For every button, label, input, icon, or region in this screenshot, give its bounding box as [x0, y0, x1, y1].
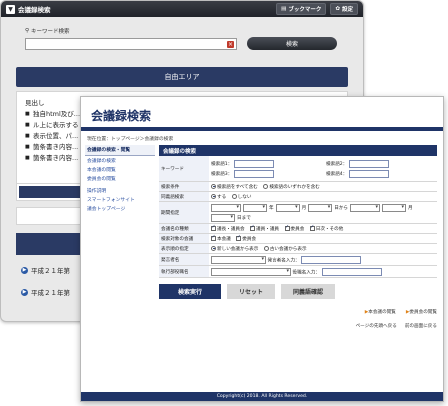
- gear-icon: ✿: [335, 6, 340, 12]
- from-year-select[interactable]: [243, 203, 267, 212]
- free-area-banner: 自由エリア: [16, 67, 348, 87]
- title-rule: [81, 127, 443, 131]
- keyword1-input[interactable]: [234, 159, 275, 168]
- from-era-select[interactable]: [211, 203, 241, 212]
- logo-icon: ▼: [6, 4, 15, 14]
- position-input[interactable]: [321, 267, 382, 276]
- condition-all-radio[interactable]: [211, 183, 216, 189]
- footer: Copyright(c) 2018. All Rights Reserved.: [81, 392, 443, 401]
- view-links: ▶本会議の閲覧 ▶委員会の閲覧: [159, 309, 437, 315]
- mobile-app-title: 会議録検索: [18, 6, 51, 14]
- type-checkbox[interactable]: [211, 224, 216, 231]
- sidebar-item-top[interactable]: 議会トップページ: [85, 204, 155, 213]
- speaker-label: 発言者名: [159, 253, 209, 266]
- search-run-button[interactable]: 検索実行: [159, 284, 221, 299]
- search-label: キーワード検索: [31, 29, 70, 35]
- keyword-label: キーワード: [159, 156, 209, 182]
- type-label: 会議名の種類: [159, 223, 209, 234]
- exec-label: 執行部役職名: [159, 265, 209, 278]
- settings-button[interactable]: ✿ 設定: [330, 3, 358, 15]
- sidebar-item-help[interactable]: 操作説明: [85, 186, 155, 195]
- search-table: キーワード 検索語1： 検索語2： 検索語3： 検索語4： 検索条件 検索語をす…: [159, 156, 437, 278]
- arrow-icon: ▶: [21, 266, 28, 274]
- position-select[interactable]: [211, 267, 291, 276]
- mobile-meeting-list: ▶ 平成２１年第 ▶ 平成２１年第: [21, 259, 70, 303]
- sidebar: 会議録の検索・閲覧 会議録の検索 本会議の閲覧 委員会の閲覧 操作説明 スマート…: [85, 145, 155, 213]
- synonym-label: 同義語検索: [159, 191, 209, 202]
- sidebar-header: 会議録の検索・閲覧: [85, 145, 155, 156]
- type-checkbox[interactable]: [284, 224, 290, 231]
- committee-view-link[interactable]: ▶委員会の閲覧: [406, 309, 437, 315]
- synonym-check-button[interactable]: 同義語確認: [281, 284, 335, 299]
- type-checkbox[interactable]: [250, 224, 256, 231]
- keyword4-input[interactable]: [349, 169, 390, 178]
- mobile-logo: ▼ 会議録検索: [6, 4, 51, 14]
- sidebar-item-search[interactable]: 会議録の検索: [85, 156, 155, 165]
- keyword2-input[interactable]: [349, 159, 390, 168]
- meeting-item[interactable]: ▶ 平成２１年第: [21, 281, 70, 303]
- mobile-search-input[interactable]: ×: [25, 37, 237, 50]
- meeting-item[interactable]: ▶ 平成２１年第: [21, 259, 70, 281]
- mobile-header: ▼ 会議録検索 ▤ ブックマーク ✿ 設定: [1, 1, 363, 17]
- to-year-select[interactable]: [382, 203, 407, 212]
- mobile-panel: [16, 183, 86, 201]
- back-link[interactable]: 前の画面に戻る: [405, 323, 437, 329]
- speaker-select[interactable]: [211, 255, 266, 264]
- period-label: 期間指定: [159, 201, 209, 224]
- condition-label: 検索条件: [159, 181, 209, 192]
- order-new-radio[interactable]: [211, 245, 216, 251]
- keyword3-input[interactable]: [234, 169, 275, 178]
- order-label: 表示順の指定: [159, 243, 209, 254]
- target-label: 検索対象の会議: [159, 233, 209, 244]
- target-committee-checkbox[interactable]: [236, 234, 242, 241]
- sidebar-item-smartphone[interactable]: スマートフォンサイト: [85, 195, 155, 204]
- from-day-select[interactable]: [308, 203, 333, 212]
- order-old-radio[interactable]: [263, 245, 269, 251]
- reset-button[interactable]: リセット: [227, 284, 275, 299]
- mobile-section-bar: [16, 233, 86, 255]
- bookmark-button[interactable]: ▤ ブックマーク: [276, 3, 327, 15]
- section-title: 会議録の検索: [159, 145, 437, 156]
- bookmark-icon: ▤: [281, 6, 287, 12]
- breadcrumb: 現在位置：トップページ＞会議録の検索: [87, 137, 174, 142]
- type-checkbox[interactable]: [309, 224, 315, 231]
- sidebar-item-committee[interactable]: 委員会の閲覧: [85, 174, 155, 183]
- page-top-link[interactable]: ページの先頭へ戻る: [356, 323, 397, 329]
- pc-window: 会議録検索 現在位置：トップページ＞会議録の検索 会議録の検索・閲覧 会議録の検…: [80, 96, 444, 402]
- synonym-no-radio[interactable]: [231, 193, 237, 199]
- speaker-input[interactable]: [301, 255, 362, 264]
- from-month-select[interactable]: [275, 203, 300, 212]
- target-plenary-checkbox[interactable]: [211, 234, 216, 241]
- sidebar-item-plenary[interactable]: 本会議の閲覧: [85, 165, 155, 174]
- search-form: 会議録の検索 キーワード 検索語1： 検索語2： 検索語3： 検索語4： 検索条…: [159, 145, 437, 329]
- mobile-input-bar[interactable]: [16, 207, 86, 225]
- form-buttons: 検索実行 リセット 同義語確認: [159, 284, 437, 299]
- plenary-view-link[interactable]: ▶本会議の閲覧: [365, 309, 396, 315]
- mobile-search-button[interactable]: 検索: [247, 37, 337, 50]
- synonym-yes-radio[interactable]: [211, 193, 216, 199]
- search-icon: ⚲: [25, 28, 30, 34]
- condition-any-radio[interactable]: [263, 183, 269, 189]
- nav-links: ページの先頭へ戻る 前の画面に戻る: [159, 323, 437, 329]
- arrow-icon: ▶: [21, 288, 28, 296]
- clear-icon[interactable]: ×: [227, 40, 234, 48]
- mobile-search: ⚲ キーワード検索 × 検索: [25, 27, 341, 50]
- page-title: 会議録検索: [91, 109, 152, 123]
- to-day-select[interactable]: [211, 213, 235, 222]
- to-era-select[interactable]: [350, 203, 381, 212]
